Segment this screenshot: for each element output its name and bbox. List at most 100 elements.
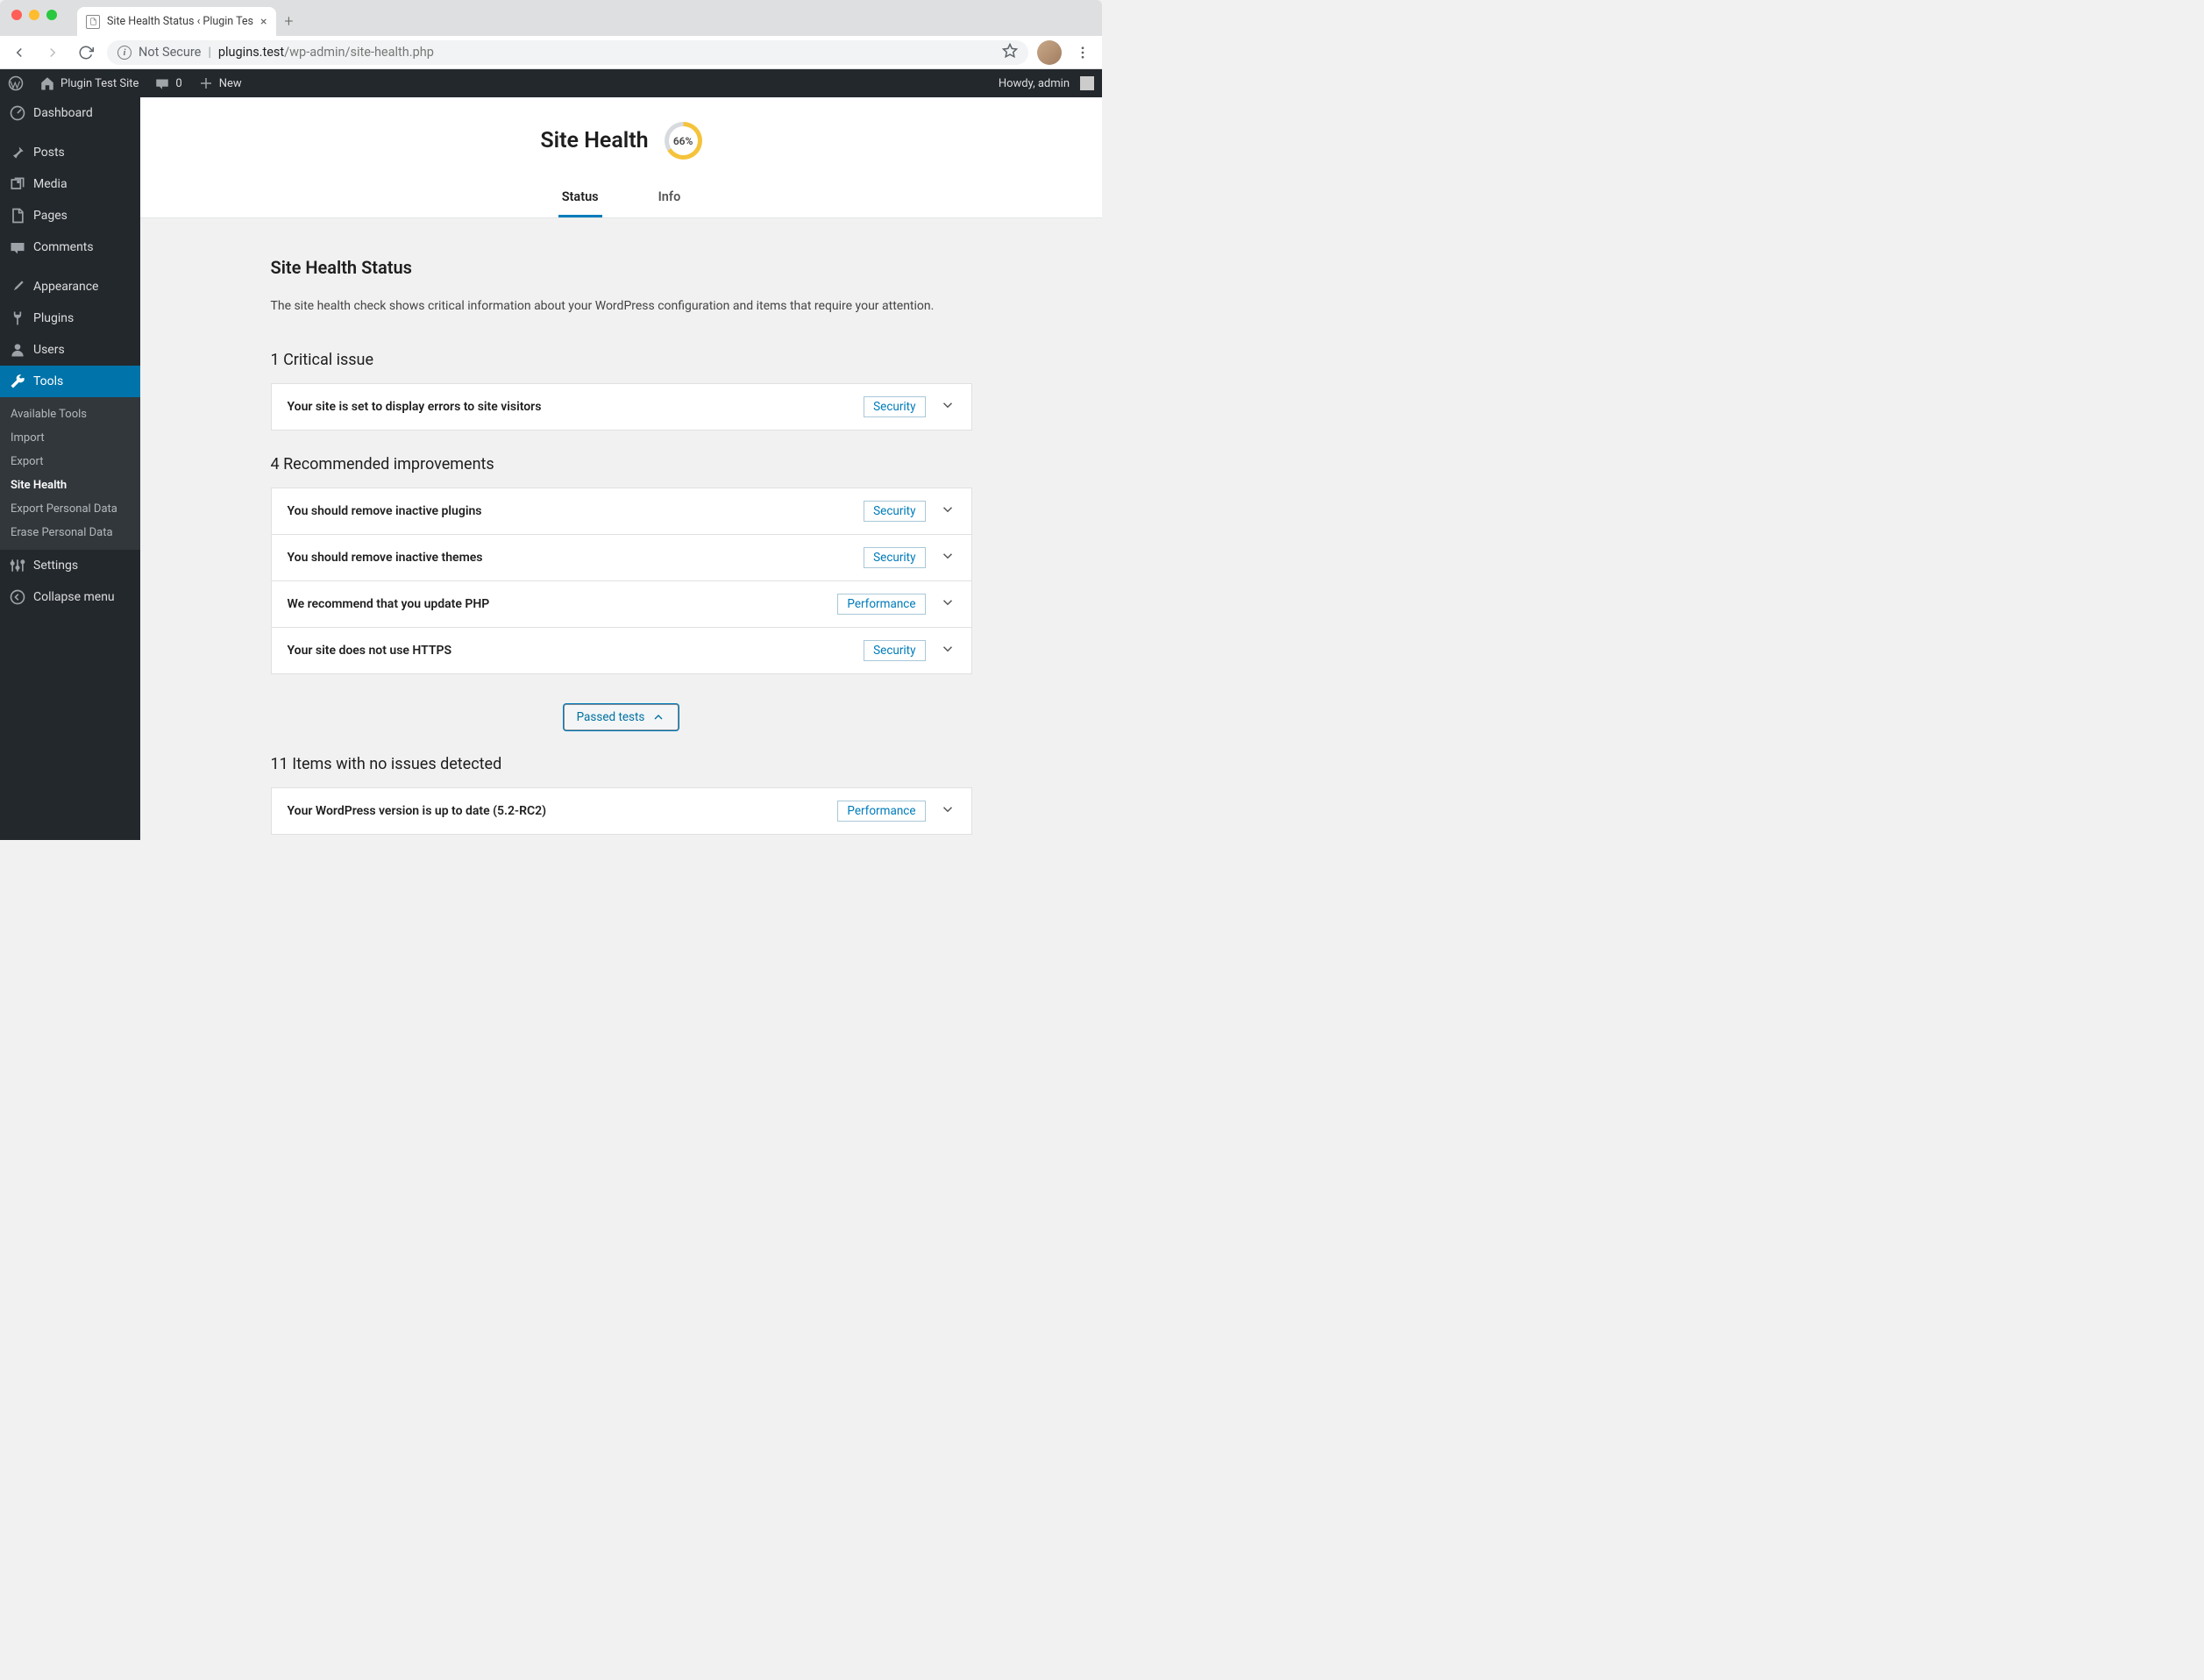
forward-button[interactable] [40, 40, 65, 65]
category-badge: Performance [837, 801, 925, 822]
chevron-down-icon [940, 502, 956, 521]
passed-tests-toggle[interactable]: Passed tests [564, 704, 679, 730]
brush-icon [9, 278, 26, 295]
accordion-item[interactable]: You should remove inactive themesSecurit… [272, 534, 971, 580]
accordion-item[interactable]: Your site does not use HTTPSSecurity [272, 627, 971, 673]
separator: | [208, 45, 211, 60]
critical-issues-heading: 1 Critical issue [271, 351, 972, 369]
section-title: Site Health Status [271, 257, 972, 278]
menu-comments[interactable]: Comments [0, 231, 140, 263]
bookmark-icon[interactable] [1002, 43, 1018, 62]
tab-info[interactable]: Info [655, 179, 685, 217]
profile-avatar[interactable] [1037, 40, 1062, 65]
accordion-title: Your site does not use HTTPS [288, 644, 864, 658]
menu-pages[interactable]: Pages [0, 200, 140, 231]
media-icon [9, 175, 26, 193]
menu-dashboard[interactable]: Dashboard [0, 97, 140, 129]
accordion-title: You should remove inactive plugins [288, 504, 864, 518]
plug-icon [9, 310, 26, 327]
category-badge: Security [864, 501, 925, 522]
submenu-erase-personal-data[interactable]: Erase Personal Data [0, 521, 140, 545]
browser-toolbar: i Not Secure | plugins.test/wp-admin/sit… [0, 36, 1102, 69]
submenu-available-tools[interactable]: Available Tools [0, 402, 140, 426]
pin-icon [9, 144, 26, 161]
menu-media[interactable]: Media [0, 168, 140, 200]
accordion-title: Your site is set to display errors to si… [288, 400, 864, 414]
collapse-icon [9, 588, 26, 606]
wp-admin-bar: Plugin Test Site 0 New Howdy, admin [0, 69, 1102, 97]
tab-status[interactable]: Status [558, 179, 602, 217]
accordion-item[interactable]: Your site is set to display errors to si… [272, 384, 971, 430]
site-name-link[interactable]: Plugin Test Site [32, 69, 146, 97]
chevron-down-icon [940, 548, 956, 567]
page-icon [9, 207, 26, 224]
chevron-down-icon [940, 397, 956, 416]
section-description: The site health check shows critical inf… [271, 297, 972, 316]
menu-tools[interactable]: Tools [0, 366, 140, 397]
address-bar[interactable]: i Not Secure | plugins.test/wp-admin/sit… [107, 40, 1028, 65]
chevron-down-icon [940, 801, 956, 821]
url-text: plugins.test/wp-admin/site-health.php [218, 45, 434, 60]
reload-button[interactable] [74, 40, 98, 65]
menu-users[interactable]: Users [0, 334, 140, 366]
browser-tabstrip: Site Health Status ‹ Plugin Tes × + [0, 0, 1102, 36]
user-avatar-icon [1080, 76, 1094, 90]
accordion-item[interactable]: We recommend that you update PHPPerforma… [272, 580, 971, 627]
recommended-heading: 4 Recommended improvements [271, 455, 972, 473]
window-close[interactable] [11, 10, 22, 20]
recommended-list: You should remove inactive pluginsSecuri… [271, 488, 972, 674]
accordion-title: Your WordPress version is up to date (5.… [288, 804, 838, 818]
submenu-import[interactable]: Import [0, 426, 140, 450]
comments-link[interactable]: 0 [146, 69, 189, 97]
security-status: Not Secure [139, 45, 201, 60]
wrench-icon [9, 373, 26, 390]
accordion-title: We recommend that you update PHP [288, 597, 838, 611]
tab-title: Site Health Status ‹ Plugin Tes [107, 15, 253, 28]
window-controls [0, 5, 68, 31]
menu-collapse[interactable]: Collapse menu [0, 581, 140, 613]
critical-issues-list: Your site is set to display errors to si… [271, 383, 972, 431]
my-account-link[interactable]: Howdy, admin [991, 69, 1102, 97]
category-badge: Performance [837, 594, 925, 615]
new-content-link[interactable]: New [190, 69, 250, 97]
back-button[interactable] [7, 40, 32, 65]
accordion-title: You should remove inactive themes [288, 551, 864, 565]
passed-list: Your WordPress version is up to date (5.… [271, 787, 972, 835]
menu-posts[interactable]: Posts [0, 136, 140, 168]
submenu-export-personal-data[interactable]: Export Personal Data [0, 497, 140, 521]
window-zoom[interactable] [46, 10, 57, 20]
user-icon [9, 341, 26, 359]
site-info-icon[interactable]: i [117, 46, 132, 60]
browser-menu-icon[interactable] [1070, 40, 1095, 65]
page-icon [86, 15, 100, 29]
submenu-export[interactable]: Export [0, 450, 140, 473]
site-health-body: Site Health Status The site health check… [271, 218, 972, 840]
chevron-up-icon [651, 710, 665, 724]
new-tab-button[interactable]: + [276, 7, 302, 36]
wp-logo[interactable] [0, 69, 32, 97]
chevron-down-icon [940, 641, 956, 660]
menu-appearance[interactable]: Appearance [0, 270, 140, 303]
browser-tab[interactable]: Site Health Status ‹ Plugin Tes × [77, 7, 276, 36]
category-badge: Security [864, 547, 925, 568]
tab-close-icon[interactable]: × [260, 15, 267, 29]
page-title: Site Health [540, 128, 648, 153]
accordion-item[interactable]: You should remove inactive pluginsSecuri… [272, 488, 971, 534]
passed-heading: 11 Items with no issues detected [271, 755, 972, 773]
site-health-tabs: Status Info [140, 179, 1102, 217]
category-badge: Security [864, 640, 925, 661]
health-percent: 66% [669, 126, 698, 155]
tools-submenu: Available Tools Import Export Site Healt… [0, 397, 140, 550]
submenu-site-health[interactable]: Site Health [0, 473, 140, 497]
accordion-item[interactable]: Your WordPress version is up to date (5.… [272, 788, 971, 834]
window-minimize[interactable] [29, 10, 39, 20]
category-badge: Security [864, 396, 925, 417]
comment-icon [9, 238, 26, 256]
sliders-icon [9, 557, 26, 574]
dashboard-icon [9, 104, 26, 122]
site-health-header: Site Health 66% Status Info [140, 97, 1102, 218]
admin-sidebar: Dashboard Posts Media Pages Comments App… [0, 97, 140, 840]
menu-settings[interactable]: Settings [0, 550, 140, 581]
menu-plugins[interactable]: Plugins [0, 303, 140, 334]
chevron-down-icon [940, 594, 956, 614]
